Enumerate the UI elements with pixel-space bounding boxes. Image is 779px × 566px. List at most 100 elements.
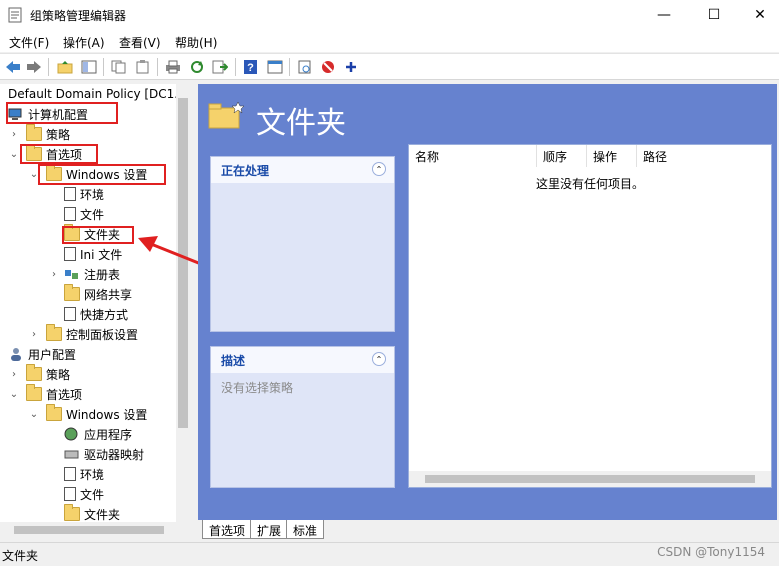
- forward-icon[interactable]: [25, 58, 43, 76]
- print-icon[interactable]: [164, 58, 182, 76]
- menu-action[interactable]: 操作(A): [63, 34, 105, 51]
- menu-file[interactable]: 文件(F): [9, 34, 49, 51]
- tree-item-label: 文件夹: [84, 507, 121, 522]
- tree-item-control-panel[interactable]: › 控制面板设置: [28, 324, 138, 344]
- window-title: 组策略管理编辑器: [30, 9, 127, 23]
- chevron-right-icon[interactable]: ›: [8, 369, 20, 380]
- chevron-down-icon[interactable]: ⌄: [28, 409, 40, 420]
- tree-item-user-files[interactable]: 文件: [64, 484, 104, 504]
- app-icon: [8, 7, 22, 23]
- stop-icon[interactable]: [319, 58, 337, 76]
- empty-message: 这里没有任何项目。: [535, 177, 644, 191]
- folder-icon: [46, 404, 62, 421]
- list-horizontal-scrollbar[interactable]: [409, 471, 771, 487]
- new-window-icon[interactable]: [296, 58, 314, 76]
- control-panel-icon: [46, 324, 62, 341]
- tree-item-applications[interactable]: 应用程序: [64, 424, 132, 444]
- tree-item-files[interactable]: 文件: [64, 204, 104, 224]
- tab-preferences[interactable]: 首选项: [202, 520, 253, 539]
- highlight-box: [62, 226, 134, 244]
- shortcut-icon: [64, 307, 76, 321]
- tree-item-label: 文件: [80, 207, 105, 222]
- processing-header: 正在处理 ⌃: [211, 157, 394, 183]
- tree-item-label: 网络共享: [84, 287, 133, 302]
- tree-item-user-policies[interactable]: › 策略: [8, 364, 70, 384]
- close-button[interactable]: ✕: [737, 0, 779, 30]
- highlight-box: [38, 164, 166, 185]
- export-icon[interactable]: [211, 58, 229, 76]
- folder-icon: [26, 384, 42, 401]
- tree-horizontal-scrollbar[interactable]: [0, 522, 190, 538]
- tree-item-registry[interactable]: › 注册表: [48, 264, 120, 284]
- user-icon: [8, 347, 24, 361]
- tree-vertical-scrollbar[interactable]: [176, 84, 190, 522]
- show-hide-tree-icon[interactable]: [80, 58, 98, 76]
- description-header: 描述 ⌃: [211, 347, 394, 373]
- tree-item-environment[interactable]: 环境: [64, 184, 104, 204]
- tree-item-shortcuts[interactable]: 快捷方式: [64, 304, 128, 324]
- tab-extended[interactable]: 扩展: [250, 520, 289, 539]
- processing-panel: 正在处理 ⌃: [210, 156, 395, 332]
- tree-item-user-windows-settings[interactable]: ⌄ Windows 设置: [28, 404, 147, 424]
- tree-item-label: 快捷方式: [80, 307, 129, 322]
- maximize-button[interactable]: ☐: [691, 0, 737, 30]
- title-bar: 组策略管理编辑器 — ☐ ✕: [0, 0, 779, 30]
- items-list[interactable]: 名称 顺序 操作 路径 这里没有任何项目。: [408, 144, 772, 488]
- environment-icon: [64, 187, 76, 201]
- copy-icon[interactable]: [110, 58, 128, 76]
- status-bar: 文件夹 CSDN @Tony1154: [0, 542, 779, 566]
- description-header-label: 描述: [221, 353, 246, 368]
- description-text: 没有选择策略: [221, 381, 294, 395]
- tree-item-user-config[interactable]: 用户配置: [8, 344, 76, 364]
- console-tree: Default Domain Policy [DC1.l 计算机配置 › 策略 ⌄…: [0, 84, 190, 538]
- menu-view[interactable]: 查看(V): [119, 34, 161, 51]
- minimize-button[interactable]: —: [641, 0, 687, 30]
- tree-item-drive-maps[interactable]: 驱动器映射: [64, 444, 144, 464]
- chevron-down-icon[interactable]: ⌄: [8, 389, 20, 400]
- page-title: 文件夹: [256, 106, 346, 141]
- column-header-action[interactable]: 操作: [587, 145, 637, 167]
- column-header-order[interactable]: 顺序: [537, 145, 587, 167]
- folder-icon: [26, 364, 42, 381]
- environment-icon: [64, 467, 76, 481]
- tree-item-ini-files[interactable]: Ini 文件: [64, 244, 122, 264]
- chevron-right-icon[interactable]: ›: [8, 129, 20, 140]
- tree-item-network-shares[interactable]: 网络共享: [64, 284, 132, 304]
- add-icon[interactable]: [342, 58, 360, 76]
- tab-standard[interactable]: 标准: [286, 520, 325, 539]
- view-tabs: 首选项 扩展 标准: [198, 520, 777, 540]
- chevron-down-icon[interactable]: ⌄: [8, 149, 20, 160]
- help-icon[interactable]: ?: [242, 58, 260, 76]
- ini-file-icon: [64, 247, 76, 261]
- chevron-right-icon[interactable]: ›: [28, 329, 40, 340]
- chevron-right-icon[interactable]: ›: [48, 269, 60, 280]
- tree-item-label: 控制面板设置: [66, 327, 139, 342]
- properties-icon[interactable]: [266, 58, 284, 76]
- status-text: 文件夹: [2, 549, 39, 563]
- paste-icon[interactable]: [134, 58, 152, 76]
- up-folder-icon[interactable]: [56, 58, 74, 76]
- folder-icon: [208, 101, 244, 129]
- menu-bar: 文件(F) 操作(A) 查看(V) 帮助(H): [0, 30, 779, 52]
- collapse-icon[interactable]: ⌃: [372, 162, 386, 176]
- column-header-name[interactable]: 名称: [409, 145, 537, 167]
- menu-help[interactable]: 帮助(H): [175, 34, 217, 51]
- toolbar: ?: [0, 53, 779, 80]
- tree-item-policies[interactable]: › 策略: [8, 124, 70, 144]
- description-panel: 描述 ⌃ 没有选择策略: [210, 346, 395, 488]
- tree-item-label: 用户配置: [28, 347, 77, 362]
- refresh-icon[interactable]: [188, 58, 206, 76]
- tree-item-user-preferences[interactable]: ⌄ 首选项: [8, 384, 82, 404]
- tree-root[interactable]: Default Domain Policy [DC1.l: [8, 84, 181, 104]
- tree-item-label: Windows 设置: [66, 407, 148, 422]
- tree-item-label: 环境: [80, 187, 105, 202]
- collapse-icon[interactable]: ⌃: [372, 352, 386, 366]
- tree-item-label: 环境: [80, 467, 105, 482]
- highlight-box: [20, 144, 98, 164]
- file-icon: [64, 487, 76, 501]
- processing-header-label: 正在处理: [221, 163, 270, 178]
- tree-item-user-environment[interactable]: 环境: [64, 464, 104, 484]
- column-header-path[interactable]: 路径: [637, 145, 772, 167]
- tree-item-user-folders[interactable]: 文件夹: [64, 504, 120, 524]
- back-icon[interactable]: [4, 58, 22, 76]
